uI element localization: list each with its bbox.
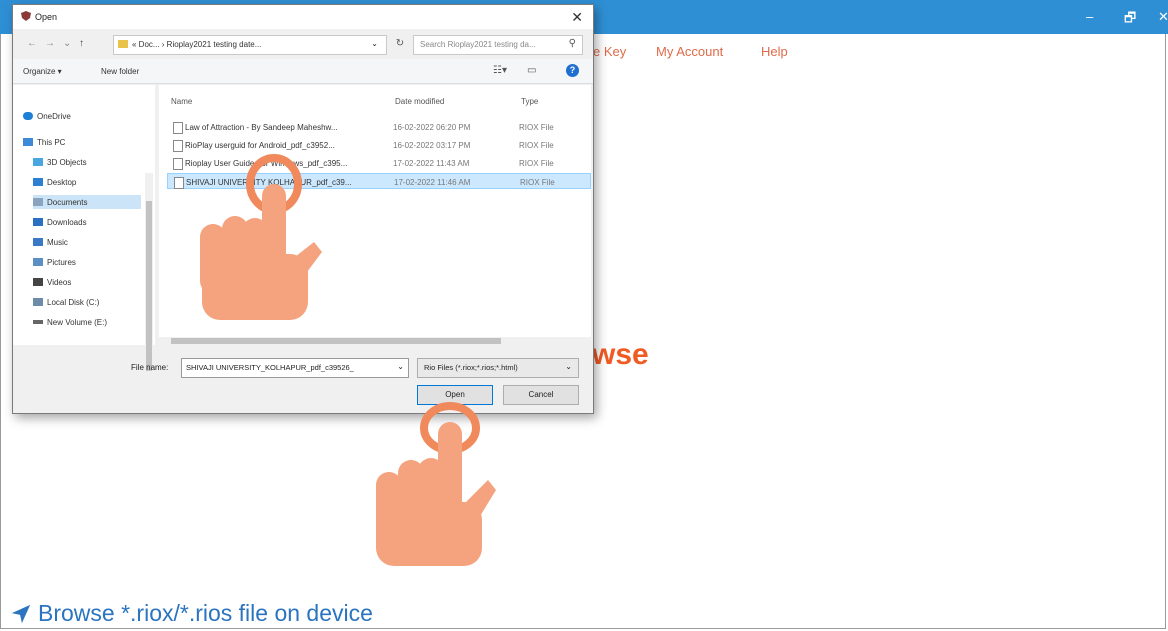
horizontal-scrollbar[interactable] (159, 337, 591, 345)
search-icon: ⚲ (568, 38, 576, 49)
nav-my-account[interactable]: My Account (656, 44, 723, 59)
minimize-button[interactable]: – (1086, 9, 1093, 24)
file-type-select[interactable]: Rio Files (*.riox;*.rios;*.html) ⌄ (417, 358, 579, 378)
dialog-titlebar: Open ✕ (13, 5, 593, 29)
maximize-button[interactable]: 🗗 (1124, 9, 1136, 31)
file-name-row: File name: SHIVAJI UNIVERSITY_KOLHAPUR_p… (13, 357, 593, 379)
nav-item-desktop[interactable]: Desktop (33, 175, 76, 189)
chevron-down-icon[interactable]: ⌄ (371, 39, 378, 48)
computer-icon (23, 138, 33, 146)
preview-pane-icon[interactable]: ▭ (527, 65, 536, 76)
nav-item-downloads[interactable]: Downloads (33, 215, 87, 229)
nav-item-local-disk[interactable]: Local Disk (C:) (33, 295, 99, 309)
search-placeholder: Search Rioplay2021 testing da... (420, 40, 536, 49)
nav-item-music[interactable]: Music (33, 235, 68, 249)
folder-icon (118, 40, 128, 48)
file-icon (174, 177, 184, 189)
nav-help[interactable]: Help (761, 44, 788, 59)
close-button[interactable]: ✕ (1158, 9, 1168, 25)
scrollbar-thumb[interactable] (146, 201, 152, 371)
address-path: « Doc... › Rioplay2021 testing date... (132, 40, 262, 49)
file-name-value: SHIVAJI UNIVERSITY_KOLHAPUR_pdf_c39526_ (186, 363, 354, 372)
music-icon (33, 238, 43, 246)
nav-item-onedrive[interactable]: OneDrive (23, 109, 71, 123)
nav-item-pictures[interactable]: Pictures (33, 255, 76, 269)
desktop-icon (33, 178, 43, 186)
send-arrow-icon (11, 604, 31, 623)
file-icon (173, 122, 183, 134)
scrollbar-thumb[interactable] (171, 338, 501, 344)
pointing-hand-icon (200, 154, 322, 320)
dialog-title: Open (35, 12, 58, 22)
chevron-down-icon[interactable]: ⌄ (63, 38, 71, 49)
drive-icon (33, 320, 43, 324)
browse-heading: wse (592, 338, 649, 371)
help-icon[interactable]: ? (566, 64, 579, 77)
file-name-label: File name: (131, 363, 169, 372)
chevron-down-icon: ⌄ (565, 362, 572, 371)
nav-item-videos[interactable]: Videos (33, 275, 71, 289)
organize-button[interactable]: Organize ▾ (23, 67, 62, 76)
view-options-icon[interactable]: ☷▾ (493, 65, 507, 76)
browse-file-link[interactable]: Browse *.riox/*.rios file on device (10, 600, 373, 627)
navigation-pane: OneDrive This PC 3D Objects Desktop Docu… (13, 85, 155, 413)
browse-file-link-label: Browse *.riox/*.rios file on device (38, 600, 373, 626)
cancel-button[interactable]: Cancel (503, 385, 579, 405)
file-name-input[interactable]: SHIVAJI UNIVERSITY_KOLHAPUR_pdf_c39526_ … (181, 358, 409, 378)
chevron-down-icon[interactable]: ⌄ (397, 362, 404, 371)
file-type-value: Rio Files (*.riox;*.rios;*.html) (424, 363, 518, 372)
cube-icon (33, 158, 43, 166)
file-icon (173, 140, 183, 152)
pointing-hand-icon (376, 402, 496, 566)
nav-item-documents[interactable]: Documents (33, 195, 141, 209)
file-row[interactable]: Law of Attraction - By Sandeep Maheshw..… (167, 119, 591, 135)
video-icon (33, 278, 43, 286)
nav-item-new-volume[interactable]: New Volume (E:) (33, 315, 107, 329)
address-bar[interactable]: « Doc... › Rioplay2021 testing date... ⌄ (113, 35, 387, 55)
forward-arrow-icon[interactable]: → (45, 38, 55, 49)
new-folder-button[interactable]: New folder (101, 67, 139, 76)
search-input[interactable]: Search Rioplay2021 testing da... ⚲ (413, 35, 583, 55)
dialog-toolbar: Organize ▾ New folder ☷▾ ▭ ? (13, 59, 593, 84)
nav-item-this-pc[interactable]: This PC (23, 135, 65, 149)
file-row[interactable]: RioPlay userguid for Android_pdf_c3952..… (167, 137, 591, 153)
up-arrow-icon[interactable]: ↑ (79, 38, 84, 49)
column-header-date[interactable]: Date modified (395, 97, 444, 106)
file-icon (173, 158, 183, 170)
drive-icon (33, 298, 43, 306)
cloud-icon (23, 112, 33, 120)
pictures-icon (33, 258, 43, 266)
address-row: ← → ⌄ ↑ « Doc... › Rioplay2021 testing d… (13, 31, 593, 57)
dialog-close-button[interactable]: ✕ (571, 9, 583, 26)
back-arrow-icon[interactable]: ← (27, 38, 37, 49)
documents-icon (33, 198, 43, 206)
nav-key[interactable]: e Key (593, 44, 626, 59)
column-header-type[interactable]: Type (521, 97, 538, 106)
download-icon (33, 218, 43, 226)
nav-item-3d-objects[interactable]: 3D Objects (33, 155, 87, 169)
column-header-name[interactable]: Name (171, 97, 192, 106)
refresh-icon[interactable]: ↻ (391, 38, 409, 52)
shield-icon (21, 11, 31, 21)
